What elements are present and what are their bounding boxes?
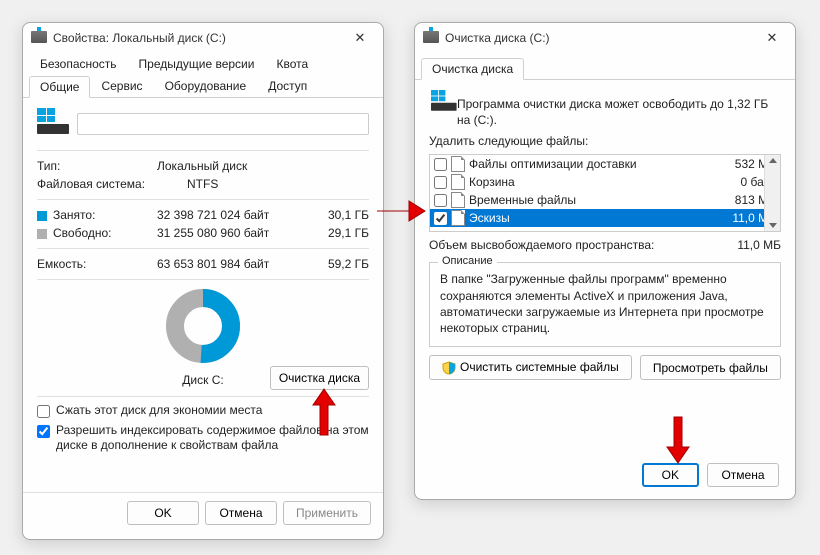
file-icon xyxy=(451,174,465,190)
filelist-label: Удалить следующие файлы: xyxy=(429,134,781,148)
fs-value: NTFS xyxy=(187,177,369,191)
titlebar: Очистка диска (C:) ✕ xyxy=(415,23,795,53)
file-checkbox[interactable] xyxy=(434,212,447,225)
file-checkbox[interactable] xyxy=(434,176,447,189)
tabstrip-bottom: Общие Сервис Оборудование Доступ xyxy=(23,75,383,98)
file-list[interactable]: Файлы оптимизации доставки532 МБКорзина0… xyxy=(429,154,781,232)
free-bytes: 31 255 080 960 байт xyxy=(157,226,319,240)
cancel-button[interactable]: Отмена xyxy=(707,463,779,487)
used-label: Занято: xyxy=(37,208,157,222)
cleanup-note: Программа очистки диска может освободить… xyxy=(457,96,781,128)
close-icon[interactable]: ✕ xyxy=(757,30,787,46)
gain-label: Объем высвобождаемого пространства: xyxy=(429,238,711,252)
used-bytes: 32 398 721 024 байт xyxy=(157,208,319,222)
file-checkbox[interactable] xyxy=(434,158,447,171)
dialog-buttons: OK Отмена xyxy=(642,463,779,487)
tab-quota[interactable]: Квота xyxy=(265,53,319,75)
drive-name-input[interactable] xyxy=(77,113,369,135)
view-files-button[interactable]: Просмотреть файлы xyxy=(640,355,781,380)
cancel-button[interactable]: Отмена xyxy=(205,501,277,525)
arrow-right-icon xyxy=(375,196,427,226)
file-icon xyxy=(451,210,465,226)
free-gb: 29,1 ГБ xyxy=(319,226,369,240)
capacity-bytes: 63 653 801 984 байт xyxy=(157,257,319,271)
disk-cleanup-icon xyxy=(423,30,439,46)
capacity-gb: 59,2 ГБ xyxy=(319,257,369,271)
arrow-up-icon xyxy=(311,387,337,437)
tab-hardware[interactable]: Оборудование xyxy=(154,75,258,97)
arrow-down-icon xyxy=(665,415,691,465)
file-icon xyxy=(451,192,465,208)
usage-donut-icon xyxy=(163,286,243,366)
file-name: Корзина xyxy=(469,175,712,189)
scrollbar[interactable] xyxy=(764,155,780,231)
file-row[interactable]: Корзина0 байт xyxy=(430,173,780,191)
file-row[interactable]: Файлы оптимизации доставки532 МБ xyxy=(430,155,780,173)
ok-button[interactable]: OK xyxy=(642,463,699,487)
fs-label: Файловая система: xyxy=(37,177,187,191)
description-legend: Описание xyxy=(438,255,497,267)
file-name: Временные файлы xyxy=(469,193,712,207)
tab-previous-versions[interactable]: Предыдущие версии xyxy=(128,53,266,75)
apply-button[interactable]: Применить xyxy=(283,501,371,525)
clean-system-files-button[interactable]: Очистить системные файлы xyxy=(429,355,632,380)
properties-window: Свойства: Локальный диск (C:) ✕ Безопасн… xyxy=(22,22,384,540)
tab-sharing[interactable]: Доступ xyxy=(257,75,318,97)
drive-icon xyxy=(31,30,47,46)
tab-body: Программа очистки диска может освободить… xyxy=(415,80,795,390)
file-row[interactable]: Эскизы11,0 МБ xyxy=(430,209,780,227)
description-group: Описание В папке "Загруженные файлы прог… xyxy=(429,262,781,347)
tabstrip: Очистка диска xyxy=(415,53,795,80)
description-text: В папке "Загруженные файлы программ" вре… xyxy=(440,271,770,336)
tab-tools[interactable]: Сервис xyxy=(90,75,153,97)
shield-icon xyxy=(442,361,456,375)
file-icon xyxy=(451,156,465,172)
tab-security[interactable]: Безопасность xyxy=(29,53,128,75)
tabstrip-top: Безопасность Предыдущие версии Квота xyxy=(23,53,383,75)
window-title: Свойства: Локальный диск (C:) xyxy=(53,31,345,45)
ok-button[interactable]: OK xyxy=(127,501,199,525)
free-label: Свободно: xyxy=(37,226,157,240)
file-name: Эскизы xyxy=(469,211,712,225)
file-row[interactable]: Временные файлы813 МБ xyxy=(430,191,780,209)
dialog-buttons: OK Отмена Применить xyxy=(23,492,383,533)
drive-big-icon xyxy=(37,108,69,140)
titlebar: Свойства: Локальный диск (C:) ✕ xyxy=(23,23,383,53)
capacity-label: Емкость: xyxy=(37,257,157,271)
drive-icon xyxy=(431,90,463,116)
window-title: Очистка диска (C:) xyxy=(445,31,757,45)
gain-value: 11,0 МБ xyxy=(711,238,781,252)
type-label: Тип: xyxy=(37,159,157,173)
tab-general[interactable]: Общие xyxy=(29,76,90,98)
file-checkbox[interactable] xyxy=(434,194,447,207)
drive-caption: Диск C: xyxy=(182,373,223,387)
used-color-icon xyxy=(37,211,47,221)
used-gb: 30,1 ГБ xyxy=(319,208,369,222)
file-name: Файлы оптимизации доставки xyxy=(469,157,712,171)
type-value: Локальный диск xyxy=(157,159,369,173)
free-color-icon xyxy=(37,229,47,239)
disk-cleanup-window: Очистка диска (C:) ✕ Очистка диска Прогр… xyxy=(414,22,796,500)
tab-disk-cleanup[interactable]: Очистка диска xyxy=(421,58,524,80)
close-icon[interactable]: ✕ xyxy=(345,30,375,46)
